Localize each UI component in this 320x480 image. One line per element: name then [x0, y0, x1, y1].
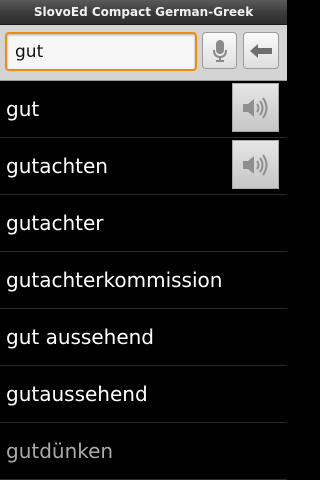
result-row[interactable]: gutachten: [0, 138, 287, 195]
microphone-icon: [212, 39, 227, 62]
backspace-arrow-icon: [250, 43, 272, 58]
app-title: SlovoEd Compact German-Greek: [33, 5, 254, 19]
result-row[interactable]: gutachterkommission: [0, 252, 287, 309]
title-bar: SlovoEd Compact German-Greek: [0, 0, 287, 25]
search-input[interactable]: [5, 32, 197, 71]
voice-search-button[interactable]: [202, 32, 237, 69]
play-audio-button[interactable]: [232, 140, 279, 189]
result-word: gutachten: [6, 154, 108, 178]
result-row[interactable]: gutdünken: [0, 423, 287, 480]
results-list[interactable]: gut gutachten gutachter gutachterkommiss…: [0, 81, 287, 480]
result-word: gut aussehend: [6, 325, 154, 349]
result-word: gutaussehend: [6, 382, 148, 406]
speaker-icon: [242, 96, 267, 119]
result-word: gutachter: [6, 211, 104, 235]
result-word: gut: [6, 97, 40, 121]
result-word: gutachterkommission: [6, 268, 223, 292]
result-row[interactable]: gut: [0, 81, 287, 138]
search-toolbar: [0, 25, 287, 81]
result-word: gutdünken: [6, 439, 114, 463]
speaker-icon: [242, 153, 267, 176]
backspace-button[interactable]: [243, 32, 279, 69]
result-row[interactable]: gutaussehend: [0, 366, 287, 423]
result-row[interactable]: gut aussehend: [0, 309, 287, 366]
play-audio-button[interactable]: [232, 83, 279, 132]
result-row[interactable]: gutachter: [0, 195, 287, 252]
